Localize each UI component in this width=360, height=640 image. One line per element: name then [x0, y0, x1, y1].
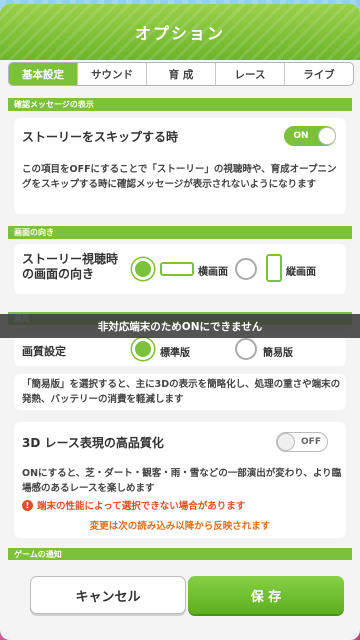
portrait-label: 縦画面	[286, 267, 316, 278]
tab-training[interactable]: 育 成	[147, 63, 216, 85]
section-header-orientation: 画面の向き	[8, 226, 352, 239]
toggle-knob	[277, 433, 295, 451]
skip-story-toggle[interactable]: ON	[284, 126, 336, 146]
dialog-header: オプション	[0, 4, 360, 60]
landscape-icon	[160, 262, 194, 276]
save-button[interactable]: 保 存	[188, 576, 344, 614]
race3d-card: 3D レース表現の高品質化 OFF ONにすると、芝・ダート・観客・雨・雪などの…	[14, 422, 346, 538]
light-label: 簡易版	[263, 348, 293, 359]
orientation-label-line2: の画面の向き	[22, 267, 95, 281]
dialog-title: オプション	[134, 24, 225, 43]
tab-live[interactable]: ライブ	[285, 63, 353, 85]
orientation-label-line1: ストーリー視聴時	[22, 252, 119, 266]
standard-label: 標準版	[160, 348, 190, 359]
tab-basic[interactable]: 基本設定	[9, 63, 78, 85]
quality-label: 画質設定	[22, 345, 66, 358]
toggle-knob	[318, 127, 336, 145]
skip-story-description: この項目をOFFにすることで「ストーリー」の視聴時や、育成オープニングをスキップ…	[22, 164, 337, 190]
section-header-notify: ゲームの通知	[8, 548, 352, 560]
tab-sound[interactable]: サウンド	[78, 63, 147, 85]
quality-desc-card: 「簡易版」を選択すると、主に3Dの表示を簡略化し、処理の重さや端末の発熱、バッテ…	[14, 374, 346, 410]
race3d-toggle-text: OFF	[301, 437, 321, 447]
orientation-card: ストーリー視聴時 の画面の向き 横画面 縦画面	[14, 244, 346, 294]
unsupported-banner: 非対応端末のためONにできません	[0, 314, 360, 338]
radio-landscape[interactable]	[132, 258, 154, 280]
race3d-warning-text: 端末の性能によって選択できない場合があります	[37, 501, 246, 512]
tab-bar: 基本設定 サウンド 育 成 レース ライブ	[8, 62, 354, 86]
race3d-description: ONにすると、芝・ダート・観客・雨・雪などの一部演出が変わり、より臨場感のあるレ…	[22, 468, 342, 494]
radio-standard[interactable]	[132, 338, 154, 360]
race3d-note: 変更は次の読み込み以降から反映されます	[89, 521, 271, 532]
warning-icon: !	[22, 499, 33, 511]
race3d-toggle[interactable]: OFF	[276, 432, 328, 452]
quality-description: 「簡易版」を選択すると、主に3Dの表示を簡略化し、処理の重さや端末の発熱、バッテ…	[22, 379, 341, 405]
options-dialog: オプション 基本設定 サウンド 育 成 レース ライブ 確認メッセージの表示 ス…	[0, 4, 360, 640]
skip-story-toggle-text: ON	[293, 131, 309, 141]
race3d-label: 3D レース表現の高品質化	[22, 436, 164, 450]
race3d-warning: ! 端末の性能によって選択できない場合があります	[22, 498, 245, 512]
confirm-card: ストーリーをスキップする時 ON この項目をOFFにすることで「ストーリー」の視…	[14, 118, 346, 214]
orientation-label: ストーリー視聴時 の画面の向き	[22, 252, 118, 282]
tab-race[interactable]: レース	[216, 63, 285, 85]
radio-portrait[interactable]	[235, 258, 257, 280]
section-header-confirm: 確認メッセージの表示	[8, 98, 352, 111]
landscape-label: 横画面	[198, 267, 228, 278]
radio-light[interactable]	[235, 338, 257, 360]
portrait-icon	[266, 254, 282, 282]
cancel-button[interactable]: キャンセル	[30, 576, 186, 614]
skip-story-label: ストーリーをスキップする時	[22, 130, 179, 144]
